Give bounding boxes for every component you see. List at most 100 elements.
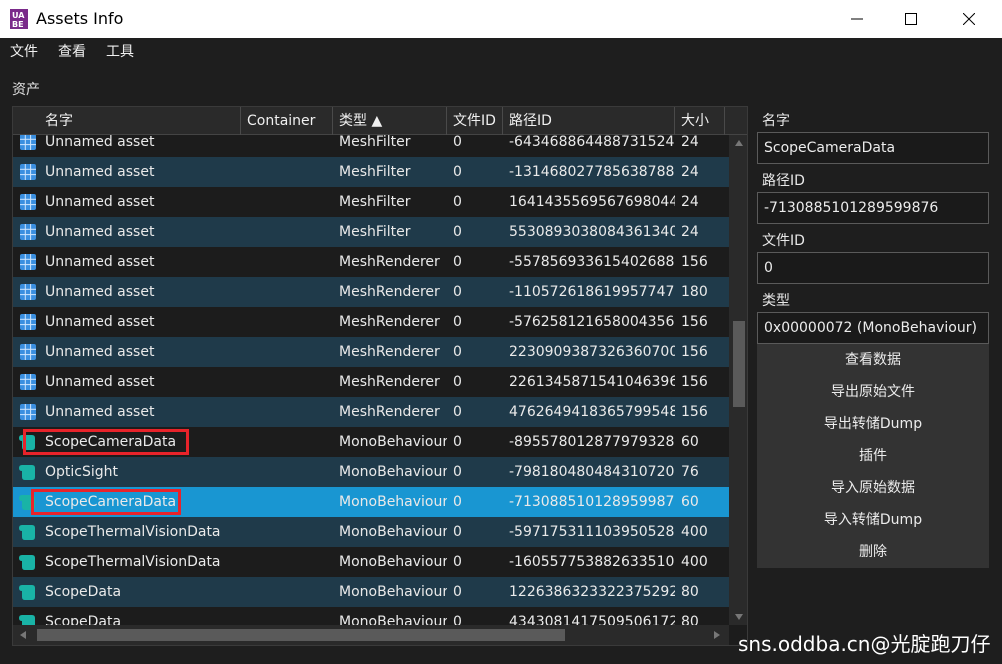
cell-file-id: 0 <box>453 164 462 180</box>
name-field[interactable]: ScopeCameraData <box>757 132 989 164</box>
close-button[interactable] <box>946 0 992 38</box>
horizontal-scroll-thumb[interactable] <box>37 629 565 641</box>
minimize-button[interactable] <box>834 0 880 38</box>
maximize-button[interactable] <box>888 0 934 38</box>
import-raw-button[interactable]: 导入原始数据 <box>757 472 989 504</box>
assets-label: 资产 <box>12 82 40 98</box>
type-field[interactable]: 0x00000072 (MonoBehaviour) <box>757 312 989 344</box>
vertical-scrollbar[interactable] <box>729 135 747 625</box>
scroll-down-icon[interactable] <box>734 613 744 621</box>
cell-type: MeshRenderer <box>339 374 440 390</box>
table-row[interactable]: ScopeCameraData MonoBehaviour 0 -7130885101… <box>13 487 729 517</box>
cell-file-id: 0 <box>453 194 462 210</box>
cell-name: ScopeData <box>45 614 122 625</box>
close-icon <box>963 13 975 25</box>
svg-text:BE: BE <box>12 20 24 29</box>
export-dump-button[interactable]: 导出转储Dump <box>757 408 989 440</box>
cell-path-id: -1105726186199577476 <box>509 284 675 300</box>
scroll-left-icon[interactable] <box>19 630 27 640</box>
column-header-name[interactable]: 名字 <box>39 107 241 135</box>
table-row[interactable]: Unnamed asset MeshRenderer 0 -5578569336154… <box>13 247 729 277</box>
column-header-file-id[interactable]: 文件ID <box>447 107 503 135</box>
table-row[interactable]: ScopeData MonoBehaviour 0 43430814175095061… <box>13 607 729 625</box>
scroll-right-icon[interactable] <box>713 630 721 640</box>
scroll-up-icon[interactable] <box>734 139 744 147</box>
cell-size: 156 <box>681 404 708 420</box>
cell-type: MeshRenderer <box>339 314 440 330</box>
menu-view[interactable]: 查看 <box>58 41 86 61</box>
cell-container <box>247 277 333 307</box>
table-row[interactable]: Unnamed asset MeshFilter 0 1641435569567698… <box>13 187 729 217</box>
menu-tools[interactable]: 工具 <box>106 41 134 61</box>
table-row[interactable]: OpticSight MonoBehaviour 0 -798180480484310… <box>13 457 729 487</box>
column-header-type[interactable]: 类型 ▲ <box>333 107 447 135</box>
table-row[interactable]: Unnamed asset MeshRenderer 0 47626494183657… <box>13 397 729 427</box>
cell-name: ScopeData <box>45 584 122 600</box>
path-id-field[interactable]: -7130885101289599876 <box>757 192 989 224</box>
import-dump-button[interactable]: 导入转储Dump <box>757 504 989 536</box>
cell-file-id: 0 <box>453 224 462 240</box>
cell-path-id: 1641435569567698044 <box>509 194 675 210</box>
delete-button[interactable]: 删除 <box>757 536 989 568</box>
cell-type: MeshFilter <box>339 164 411 180</box>
mesh-icon <box>20 254 36 270</box>
cell-path-id: -7130885101289599876 <box>509 494 675 510</box>
cell-path-id: -643468864488731524 <box>509 135 675 150</box>
cell-size: 156 <box>681 374 708 390</box>
table-row[interactable]: Unnamed asset MeshRenderer 0 22309093873263… <box>13 337 729 367</box>
name-label: 名字 <box>762 113 790 129</box>
cell-container <box>247 157 333 187</box>
mesh-icon <box>20 404 36 420</box>
maximize-icon <box>905 13 917 25</box>
title-bar: UA BE Assets Info <box>0 0 1002 38</box>
table-row[interactable]: Unnamed asset MeshRenderer 0 22613458715410… <box>13 367 729 397</box>
cell-name: ScopeThermalVisionData <box>45 554 221 570</box>
app-icon: UA BE <box>10 9 28 29</box>
cell-size: 24 <box>681 164 699 180</box>
cell-container <box>247 547 333 577</box>
cell-name: Unnamed asset <box>45 194 155 210</box>
plugins-button[interactable]: 插件 <box>757 440 989 472</box>
column-header-size[interactable]: 大小 <box>675 107 725 135</box>
cell-file-id: 0 <box>453 254 462 270</box>
vertical-scroll-thumb[interactable] <box>733 321 745 407</box>
table-row[interactable]: Unnamed asset MeshRenderer 0 -5762581216580… <box>13 307 729 337</box>
table-body: Unnamed asset MeshFilter 0 -643468864488731… <box>13 135 729 625</box>
table-row[interactable]: ScopeData MonoBehaviour 0 12263863233223752… <box>13 577 729 607</box>
cell-size: 156 <box>681 314 708 330</box>
cell-container <box>247 247 333 277</box>
table-row[interactable]: Unnamed asset MeshRenderer 0 -1105726186199… <box>13 277 729 307</box>
cell-path-id: -5578569336154026884 <box>509 254 675 270</box>
table-row[interactable]: Unnamed asset MeshFilter 0 5530893038084361… <box>13 217 729 247</box>
cell-name: OpticSight <box>45 464 119 480</box>
table-row[interactable]: ScopeThermalVisionData MonoBehaviour 0 -597… <box>13 517 729 547</box>
cell-size: 156 <box>681 254 708 270</box>
cell-size: 400 <box>681 554 708 570</box>
file-id-label: 文件ID <box>762 233 805 249</box>
cell-path-id: 4762649418365799548 <box>509 404 675 420</box>
menu-file[interactable]: 文件 <box>10 41 38 61</box>
cell-type: MonoBehaviour <box>339 524 447 540</box>
horizontal-scrollbar[interactable] <box>13 625 729 645</box>
cell-name: Unnamed asset <box>45 404 155 420</box>
cell-name: Unnamed asset <box>45 135 155 150</box>
cell-file-id: 0 <box>453 524 462 540</box>
cell-type: MeshRenderer <box>339 284 440 300</box>
file-id-field[interactable]: 0 <box>757 252 989 284</box>
cell-container <box>247 367 333 397</box>
cell-type: MeshFilter <box>339 135 411 150</box>
cell-path-id: -8955780128779793284 <box>509 434 675 450</box>
cell-type: MonoBehaviour <box>339 554 447 570</box>
view-data-button[interactable]: 查看数据 <box>757 344 989 376</box>
mesh-icon <box>20 374 36 390</box>
table-row[interactable]: Unnamed asset MeshFilter 0 -643468864488731… <box>13 135 729 157</box>
table-row[interactable]: ScopeThermalVisionData MonoBehaviour 0 -160… <box>13 547 729 577</box>
export-raw-button[interactable]: 导出原始文件 <box>757 376 989 408</box>
table-row[interactable]: ScopeCameraData MonoBehaviour 0 -8955780128… <box>13 427 729 457</box>
cell-container <box>247 135 333 157</box>
column-header-path-id[interactable]: 路径ID <box>503 107 675 135</box>
table-row[interactable]: Unnamed asset MeshFilter 0 -131468027785638… <box>13 157 729 187</box>
cell-size: 76 <box>681 464 699 480</box>
column-header-container[interactable]: Container <box>241 107 333 135</box>
mesh-icon <box>20 135 36 150</box>
